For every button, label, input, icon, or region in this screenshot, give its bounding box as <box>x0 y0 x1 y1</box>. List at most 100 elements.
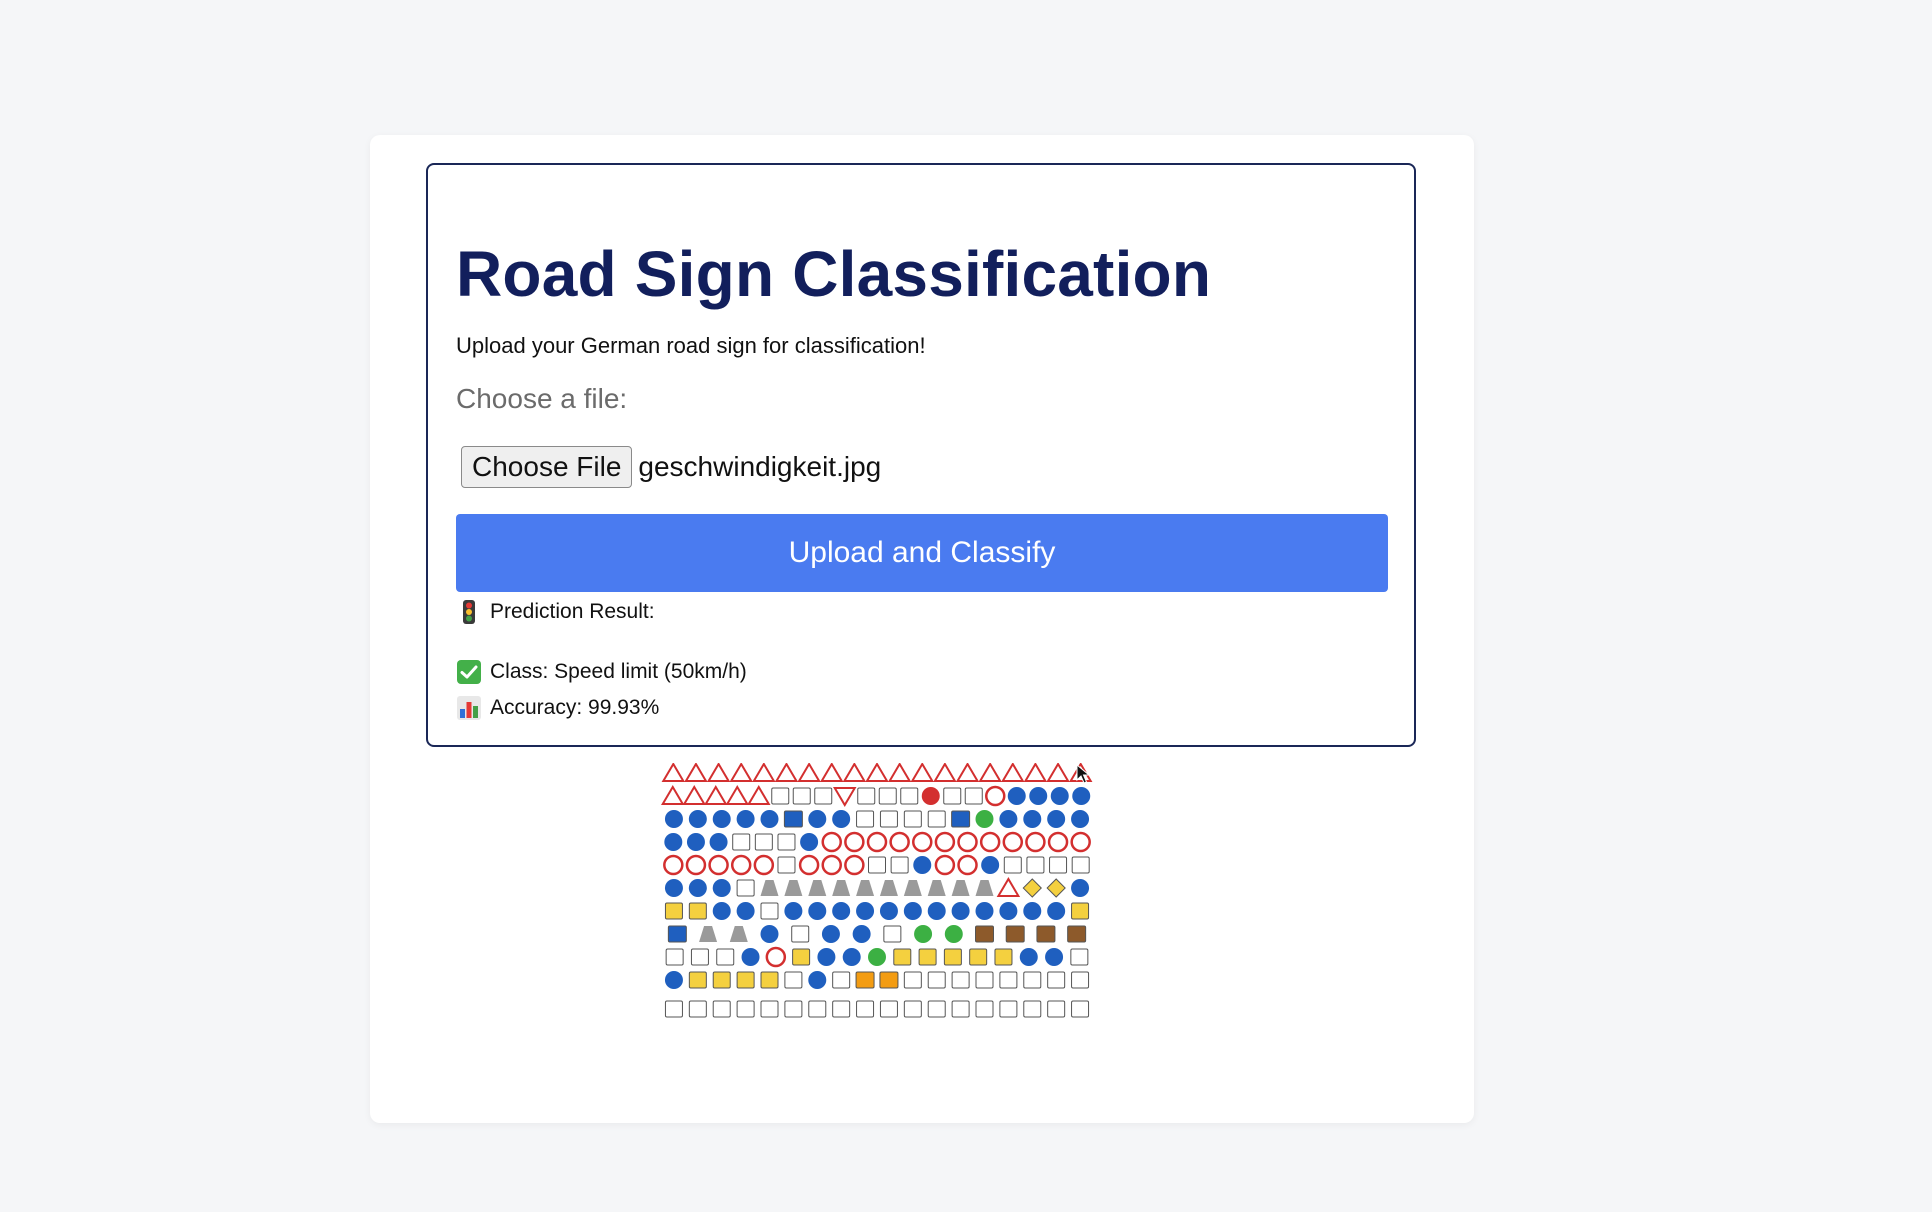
road-sign-glyph <box>832 880 851 896</box>
prediction-class: Class: Speed limit (50km/h) <box>456 659 747 685</box>
bar-chart-icon <box>456 695 482 721</box>
choose-file-button[interactable]: Choose File <box>461 446 633 488</box>
road-sign-glyph <box>808 880 827 896</box>
road-sign-glyph <box>943 787 962 805</box>
road-sign-glyph <box>821 854 842 876</box>
road-sign-glyph <box>784 902 803 920</box>
road-sign-glyph <box>712 879 731 897</box>
road-sign-glyph <box>784 880 803 896</box>
road-sign-glyph <box>712 1000 731 1018</box>
road-sign-glyph <box>664 879 683 897</box>
road-sign-glyph <box>688 879 707 897</box>
road-sign-glyph <box>879 1000 898 1018</box>
road-sign-glyph <box>664 971 683 989</box>
road-sign-glyph <box>985 785 1006 807</box>
road-sign-glyph <box>712 971 731 989</box>
road-sign-glyph <box>712 810 731 828</box>
road-sign-glyph <box>890 856 909 874</box>
road-sign-glyph <box>688 971 707 989</box>
road-sign-glyph <box>889 831 910 853</box>
road-sign-glyph <box>927 902 946 920</box>
road-sign-glyph <box>1046 878 1066 898</box>
road-sign-glyph <box>951 880 970 896</box>
road-sign-glyph <box>999 810 1018 828</box>
road-sign-glyph <box>975 925 994 943</box>
road-sign-glyph <box>1071 856 1090 874</box>
road-sign-glyph <box>979 831 1001 853</box>
road-sign-glyph <box>777 833 796 851</box>
road-sign-glyph <box>741 948 760 966</box>
road-sign-glyph <box>1071 902 1090 920</box>
road-sign-glyph <box>736 971 755 989</box>
prediction-accuracy: Accuracy: 99.93% <box>456 695 659 721</box>
road-sign-glyph <box>808 902 827 920</box>
road-sign-glyph <box>765 946 787 968</box>
road-sign-glyph <box>729 763 753 782</box>
road-sign-glyph <box>760 902 779 920</box>
road-sign-glyph <box>682 785 706 805</box>
road-sign-glyph <box>664 902 683 920</box>
road-sign-glyph <box>957 854 978 876</box>
road-sign-glyph <box>927 810 946 828</box>
road-sign-glyph <box>944 925 963 943</box>
road-sign-glyph <box>856 810 875 828</box>
road-sign-glyph <box>732 833 751 851</box>
road-sign-glyph <box>1023 763 1048 782</box>
road-sign-glyph <box>856 880 875 896</box>
road-sign-glyph <box>808 971 827 989</box>
road-sign-glyph <box>1019 948 1038 966</box>
prediction-accuracy-text: Accuracy: 99.93% <box>490 696 660 719</box>
road-sign-glyph <box>685 854 707 876</box>
road-sign-glyph <box>664 833 683 851</box>
prediction-class-text: Class: Speed limit (50km/h) <box>490 660 747 683</box>
road-sign-glyph <box>1007 787 1026 805</box>
road-sign-glyph <box>957 831 978 853</box>
road-sign-glyph <box>927 1000 946 1018</box>
road-sign-glyph <box>964 787 983 805</box>
road-sign-glyph <box>664 810 683 828</box>
road-sign-glyph <box>921 787 940 805</box>
road-sign-glyph <box>883 925 902 943</box>
road-sign-glyph <box>771 787 790 805</box>
road-sign-glyph <box>975 810 994 828</box>
road-sign-glyph <box>667 925 687 943</box>
road-sign-glyph <box>1023 810 1042 828</box>
road-sign-glyph <box>879 880 898 896</box>
road-sign-glyph <box>1071 879 1090 897</box>
road-sign-glyph <box>910 763 935 782</box>
road-sign-glyph <box>1047 971 1066 989</box>
file-input[interactable]: Choose File geschwindigkeit.jpg <box>461 446 881 488</box>
road-sign-glyph <box>951 1000 970 1018</box>
road-sign-glyph <box>1022 878 1042 898</box>
prediction-heading-text: Prediction Result: <box>490 600 655 623</box>
road-sign-glyph <box>878 787 897 805</box>
road-sign-glyph <box>1001 763 1025 782</box>
road-sign-glyph <box>981 856 1000 874</box>
road-sign-glyph <box>951 902 970 920</box>
road-sign-glyph <box>708 854 729 876</box>
road-sign-glyph <box>688 810 707 828</box>
road-sign-glyph <box>893 948 912 966</box>
road-sign-glyph <box>736 879 755 897</box>
road-sign-glyph <box>1071 971 1090 989</box>
road-sign-glyph <box>1071 1000 1090 1018</box>
road-sign-glyph <box>663 854 684 876</box>
road-sign-glyph <box>900 787 919 805</box>
road-sign-glyph <box>690 948 709 966</box>
road-sign-glyph <box>857 787 876 805</box>
upload-classify-button[interactable]: Upload and Classify <box>456 514 1388 592</box>
road-sign-glyph <box>865 763 889 782</box>
road-sign-glyph <box>969 948 988 966</box>
road-sign-glyph <box>879 971 899 989</box>
road-sign-glyph <box>842 763 867 782</box>
road-sign-glyph <box>1050 787 1069 805</box>
classification-panel: Road Sign Classification Upload your Ger… <box>426 163 1416 747</box>
road-sign-glyph <box>699 926 718 942</box>
road-sign-glyph <box>975 1000 994 1018</box>
road-sign-glyph <box>664 1000 683 1018</box>
road-sign-glyph <box>856 1000 875 1018</box>
road-sign-glyph <box>1023 971 1042 989</box>
road-sign-glyph <box>903 880 922 896</box>
road-sign-glyph <box>844 831 865 853</box>
road-sign-glyph <box>808 810 827 828</box>
